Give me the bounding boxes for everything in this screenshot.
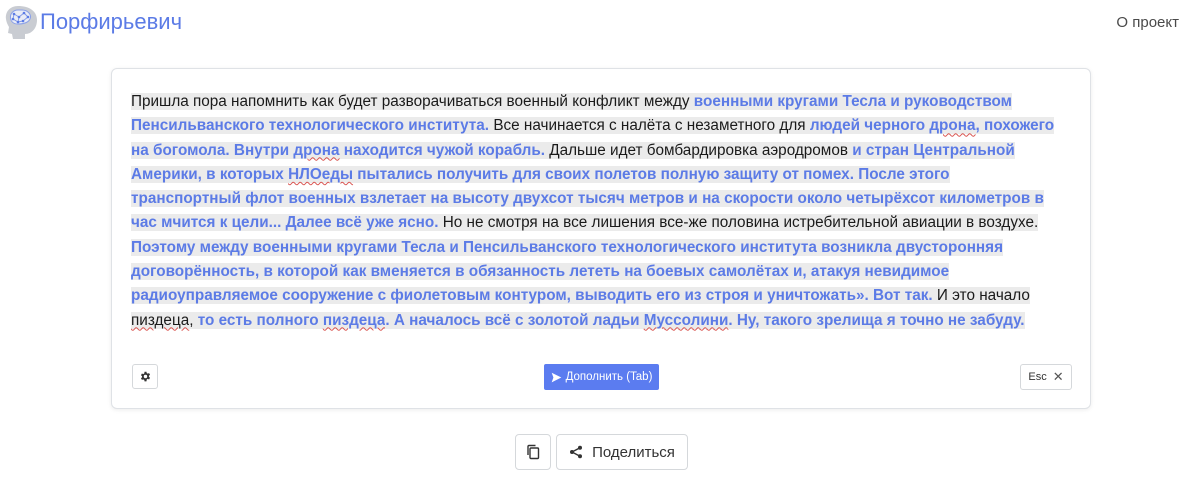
generated-text-segment: пиздеца: [322, 311, 386, 329]
user-text-segment: Все начинается с налёта с незаметного дл…: [493, 117, 810, 135]
share-button-label: Поделиться: [592, 443, 675, 461]
copy-button[interactable]: [515, 434, 551, 470]
generated-text-segment: . А началось всё с золотой ладьи: [385, 311, 644, 329]
brain-head-icon: [5, 6, 38, 39]
complete-button[interactable]: Дополнить (Tab): [544, 364, 659, 390]
generated-text-segment: дрона: [929, 117, 976, 135]
generated-text-segment: НЛОеды: [288, 165, 354, 183]
user-text-segment: Дальше идет бомбардировка аэродромов: [545, 141, 853, 159]
brand-title: Порфирьевич: [40, 9, 183, 34]
close-icon: ✕: [1052, 369, 1064, 384]
navbar: Порфирьевич О проект: [0, 0, 1194, 48]
editor-card: Пришла пора напомнить как будет разворач…: [111, 68, 1091, 409]
text-editor[interactable]: Пришла пора напомнить как будет разворач…: [131, 90, 1061, 333]
settings-button[interactable]: [132, 364, 158, 389]
user-text-segment: пиздеца: [131, 311, 190, 329]
generated-text-segment: Поэтому между военными кругами Тесла и П…: [131, 238, 1004, 305]
user-text-segment: Но не смотря на все лишения все-же полов…: [438, 214, 1039, 232]
brand-link[interactable]: Порфирьевич: [4, 4, 182, 40]
esc-button-label: Esc: [1028, 371, 1047, 383]
gear-icon: [140, 371, 150, 382]
generated-text-segment: . Ну, такого зрелища я точно не забуду.: [728, 311, 1025, 329]
generated-text-segment: находится чужой корабль.: [339, 141, 546, 159]
generated-text-segment: людей черного: [809, 117, 930, 135]
share-icon: [570, 445, 583, 459]
generated-text-segment: Муссолини: [643, 311, 729, 329]
nav-about-link[interactable]: О проект: [1116, 14, 1179, 31]
share-button[interactable]: Поделиться: [556, 434, 688, 470]
user-text-segment: И это начало: [932, 287, 1030, 305]
generated-text-segment: то есть полного: [197, 311, 323, 329]
complete-button-label: Дополнить (Tab): [565, 371, 653, 383]
generated-text-segment: дрона: [293, 141, 340, 159]
esc-button[interactable]: Esc ✕: [1020, 364, 1072, 390]
copy-icon: [527, 444, 540, 460]
send-icon: [551, 372, 561, 382]
user-text-segment: Пришла пора напомнить как будет разворач…: [131, 93, 694, 110]
user-text-segment: ,: [189, 311, 198, 329]
